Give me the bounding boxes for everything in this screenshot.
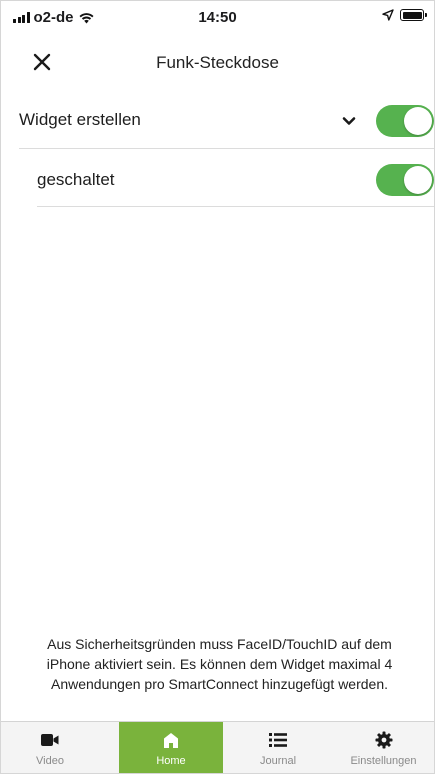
status-right xyxy=(382,9,427,21)
nav-bar: Funk-Steckdose xyxy=(1,37,434,87)
tab-video-label: Video xyxy=(36,755,64,767)
tab-home-label: Home xyxy=(156,755,186,767)
battery-icon xyxy=(400,9,427,21)
status-bar: o2-de 14:50 xyxy=(1,1,434,37)
widget-row[interactable]: Widget erstellen xyxy=(19,93,434,149)
tab-journal-label: Journal xyxy=(259,755,297,767)
tab-home[interactable]: Home xyxy=(119,722,223,773)
widget-toggle[interactable] xyxy=(376,105,434,137)
home-icon xyxy=(161,730,181,750)
app-screen: o2-de 14:50 Funk-Steckdose Widget erstel… xyxy=(0,0,435,774)
list-icon xyxy=(268,730,288,750)
widget-row-label: Widget erstellen xyxy=(19,110,141,129)
tab-video[interactable]: Video xyxy=(1,722,99,773)
tab-bar: Video Home Journal Einstellungen xyxy=(1,721,434,773)
tab-journal[interactable]: Journal xyxy=(223,722,333,773)
location-arrow-icon xyxy=(382,9,394,21)
video-camera-icon xyxy=(40,730,60,750)
gear-icon xyxy=(374,730,394,750)
tab-einstellungen[interactable]: Einstellungen xyxy=(333,722,434,773)
page-title: Funk-Steckdose xyxy=(156,53,279,72)
info-text: Aus Sicherheitsgründen muss FaceID/Touch… xyxy=(46,636,393,692)
geschaltet-row-label: geschaltet xyxy=(37,170,115,189)
geschaltet-toggle[interactable] xyxy=(376,164,434,196)
status-time: 14:50 xyxy=(198,9,237,26)
geschaltet-row: geschaltet xyxy=(37,151,434,207)
tab-einstellungen-label: Einstellungen xyxy=(350,755,417,767)
chevron-down-icon[interactable] xyxy=(341,113,357,129)
